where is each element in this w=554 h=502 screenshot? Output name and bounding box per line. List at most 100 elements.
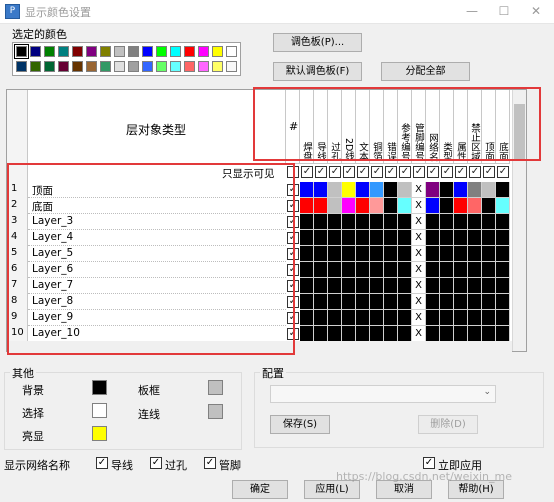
ok-button[interactable]: 确定 <box>232 480 288 499</box>
palette-swatch[interactable] <box>114 61 125 72</box>
color-cell[interactable] <box>342 262 356 278</box>
palette-swatch[interactable] <box>226 46 237 57</box>
color-cell[interactable] <box>440 326 454 342</box>
via-checkbox[interactable]: ✓ <box>150 457 162 469</box>
color-cell[interactable] <box>454 310 468 326</box>
palette-swatch[interactable] <box>30 61 41 72</box>
disabled-color-cell[interactable]: X <box>412 262 426 278</box>
column-visible-checkbox[interactable]: ✓ <box>497 166 509 178</box>
color-cell[interactable] <box>314 278 328 294</box>
color-cell[interactable] <box>440 182 454 198</box>
column-visible-checkbox[interactable]: ✓ <box>427 166 439 178</box>
delete-button[interactable]: 删除(D) <box>418 415 478 434</box>
color-cell[interactable] <box>328 310 342 326</box>
palette-swatch[interactable] <box>16 61 27 72</box>
palette-swatch[interactable] <box>100 61 111 72</box>
color-cell[interactable] <box>440 214 454 230</box>
color-cell[interactable] <box>384 246 398 262</box>
color-cell[interactable] <box>370 294 384 310</box>
color-cell[interactable] <box>440 246 454 262</box>
color-cell[interactable] <box>328 294 342 310</box>
color-cell[interactable] <box>398 198 412 214</box>
color-cell[interactable] <box>496 214 510 230</box>
color-cell[interactable] <box>468 310 482 326</box>
color-cell[interactable] <box>482 246 496 262</box>
disabled-color-cell[interactable]: X <box>412 310 426 326</box>
column-visible-checkbox[interactable]: ✓ <box>483 166 495 178</box>
apply-immediately-checkbox[interactable]: ✓ <box>423 457 435 469</box>
assign-all-button[interactable]: 分配全部 <box>381 62 470 81</box>
palette-swatch[interactable] <box>86 61 97 72</box>
palette-swatch[interactable] <box>14 44 29 59</box>
color-cell[interactable] <box>496 246 510 262</box>
color-cell[interactable] <box>328 198 342 214</box>
disabled-color-cell[interactable]: X <box>412 246 426 262</box>
column-visible-checkbox[interactable]: ✓ <box>329 166 341 178</box>
color-cell[interactable] <box>454 326 468 342</box>
color-cell[interactable] <box>426 262 440 278</box>
trace-checkbox[interactable]: ✓ <box>96 457 108 469</box>
color-cell[interactable] <box>342 326 356 342</box>
color-cell[interactable] <box>482 198 496 214</box>
color-cell[interactable] <box>496 326 510 342</box>
color-cell[interactable] <box>370 246 384 262</box>
color-cell[interactable] <box>384 198 398 214</box>
color-cell[interactable] <box>314 214 328 230</box>
palette-swatch[interactable] <box>72 61 83 72</box>
color-cell[interactable] <box>482 230 496 246</box>
board-frame-color-box[interactable] <box>208 380 223 395</box>
palette-swatch[interactable] <box>170 46 181 57</box>
color-cell[interactable] <box>398 278 412 294</box>
color-cell[interactable] <box>468 262 482 278</box>
color-cell[interactable] <box>482 262 496 278</box>
palette-swatch[interactable] <box>156 46 167 57</box>
color-cell[interactable] <box>300 246 314 262</box>
color-cell[interactable] <box>342 278 356 294</box>
color-cell[interactable] <box>370 278 384 294</box>
color-cell[interactable] <box>468 278 482 294</box>
palette-swatch[interactable] <box>142 46 153 57</box>
color-cell[interactable] <box>440 198 454 214</box>
color-cell[interactable] <box>384 214 398 230</box>
color-cell[interactable] <box>468 198 482 214</box>
color-cell[interactable] <box>482 294 496 310</box>
color-cell[interactable] <box>426 214 440 230</box>
color-cell[interactable] <box>370 198 384 214</box>
disabled-color-cell[interactable]: X <box>412 182 426 198</box>
palette-swatch[interactable] <box>226 61 237 72</box>
color-cell[interactable] <box>314 326 328 342</box>
color-cell[interactable] <box>440 294 454 310</box>
color-cell[interactable] <box>454 246 468 262</box>
palette-swatch[interactable] <box>142 61 153 72</box>
color-cell[interactable] <box>454 198 468 214</box>
color-cell[interactable] <box>426 294 440 310</box>
palette-button[interactable]: 调色板(P)... <box>273 33 362 52</box>
background-color-box[interactable] <box>92 380 107 395</box>
color-cell[interactable] <box>468 182 482 198</box>
color-cell[interactable] <box>356 230 370 246</box>
color-cell[interactable] <box>314 230 328 246</box>
color-cell[interactable] <box>454 182 468 198</box>
palette-swatch[interactable] <box>72 46 83 57</box>
color-cell[interactable] <box>454 278 468 294</box>
column-visible-checkbox[interactable]: ✓ <box>343 166 355 178</box>
color-cell[interactable] <box>356 198 370 214</box>
color-cell[interactable] <box>454 262 468 278</box>
color-cell[interactable] <box>426 246 440 262</box>
color-cell[interactable] <box>370 326 384 342</box>
color-cell[interactable] <box>398 262 412 278</box>
palette-swatch[interactable] <box>100 46 111 57</box>
disabled-color-cell[interactable]: X <box>412 198 426 214</box>
color-cell[interactable] <box>384 278 398 294</box>
palette-swatch[interactable] <box>170 61 181 72</box>
color-cell[interactable] <box>398 294 412 310</box>
maximize-button[interactable]: ☐ <box>489 1 519 21</box>
color-cell[interactable] <box>342 198 356 214</box>
color-cell[interactable] <box>300 198 314 214</box>
column-visible-checkbox[interactable]: ✓ <box>385 166 397 178</box>
palette-swatch[interactable] <box>44 61 55 72</box>
color-cell[interactable] <box>454 294 468 310</box>
color-cell[interactable] <box>370 230 384 246</box>
column-visible-checkbox[interactable]: ✓ <box>315 166 327 178</box>
color-cell[interactable] <box>300 278 314 294</box>
